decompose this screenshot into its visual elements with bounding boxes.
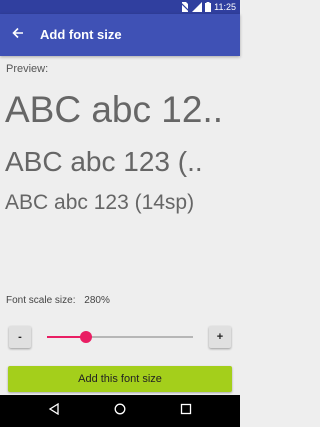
- font-scale-row: Font scale size: 280%: [6, 295, 110, 306]
- status-icons: 11:25: [181, 1, 236, 13]
- nav-home-button[interactable]: [112, 403, 128, 419]
- font-scale-label: Font scale size:: [6, 295, 76, 306]
- add-font-size-button[interactable]: Add this font size: [8, 366, 232, 392]
- battery-icon: [205, 2, 212, 12]
- nav-back-button[interactable]: [46, 402, 62, 420]
- preview-label: Preview:: [6, 63, 49, 75]
- preview-sample-large: ABC abc 12..: [5, 89, 224, 130]
- slider-thumb[interactable]: [80, 331, 93, 343]
- decrease-button[interactable]: -: [9, 326, 31, 348]
- font-scale-slider[interactable]: [47, 331, 193, 343]
- triangle-back-icon: [48, 402, 60, 420]
- page-title: Add font size: [40, 27, 122, 42]
- increase-button[interactable]: +: [209, 326, 231, 348]
- status-time: 11:25: [214, 2, 236, 12]
- status-bar: 11:25: [0, 0, 240, 14]
- square-recents-icon: [180, 402, 192, 420]
- arrow-back-icon: [12, 26, 24, 44]
- preview-sample-medium: ABC abc 123 (..: [5, 146, 203, 177]
- navigation-bar: [0, 395, 240, 427]
- font-scale-value: 280%: [84, 295, 110, 306]
- signal-icon: [192, 2, 203, 12]
- back-button[interactable]: [8, 25, 28, 45]
- no-sim-icon: [181, 2, 190, 12]
- main-content: Preview: ABC abc 12.. ABC abc 123 (.. AB…: [0, 56, 240, 395]
- nav-recents-button[interactable]: [178, 403, 194, 419]
- preview-sample-small: ABC abc 123 (14sp): [5, 191, 195, 214]
- circle-home-icon: [114, 402, 126, 420]
- app-bar: Add font size: [0, 14, 240, 56]
